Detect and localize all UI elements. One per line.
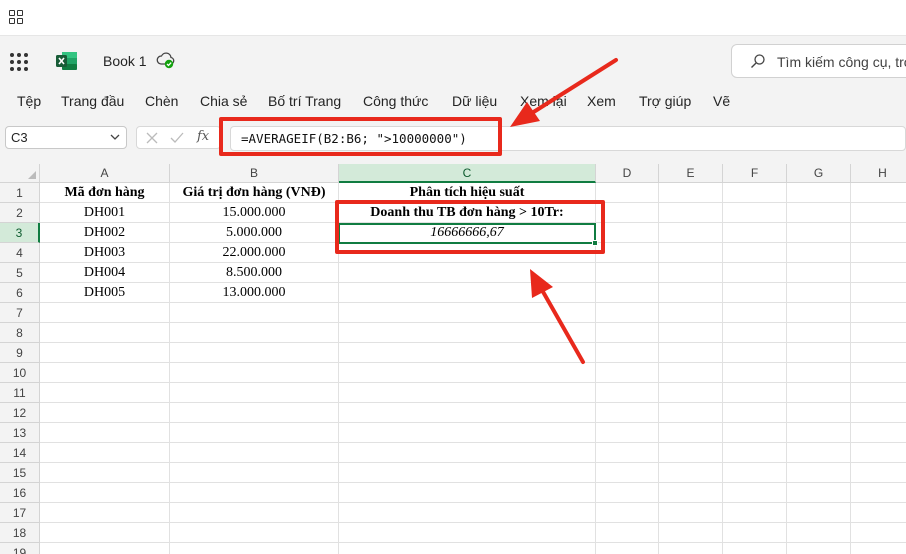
grid-top-strip [0,155,906,164]
column-header-f[interactable]: F [723,164,787,183]
column-header-b[interactable]: B [170,164,339,183]
cell-a2[interactable]: DH001 [40,203,169,223]
cell-b5[interactable]: 8.500.000 [170,263,338,283]
column-header-h[interactable]: H [851,164,906,183]
row-header[interactable]: 3 [0,223,40,243]
row-header[interactable]: 8 [0,323,40,343]
column-header-c[interactable]: C [339,164,596,183]
row-header[interactable]: 5 [0,263,40,283]
name-box-value: C3 [11,130,28,145]
row-header[interactable]: 1 [0,183,40,203]
ribbon-tab-bar: Tệp Trang đầu Chèn Chia sẻ Bố trí Trang … [0,86,906,118]
cell-b4[interactable]: 22.000.000 [170,243,338,263]
tab-insert[interactable]: Chèn [145,93,178,109]
row-header[interactable]: 15 [0,463,40,483]
column-headers: A B C D E F G H [0,164,906,183]
select-all-corner[interactable] [0,164,40,183]
search-icon [751,54,765,68]
cell-b6[interactable]: 13.000.000 [170,283,338,303]
result-highlight-box [335,200,605,254]
tab-page-layout[interactable]: Bố trí Trang [268,93,341,109]
row-header[interactable]: 12 [0,403,40,423]
tab-view[interactable]: Xem [587,93,616,109]
insert-function-icon[interactable]: fx [197,129,209,144]
tab-file[interactable]: Tệp [17,93,41,109]
tab-data[interactable]: Dữ liệu [452,93,497,109]
name-box[interactable]: C3 [5,126,127,149]
excel-window: Book 1 Tìm kiếm công cụ, trợ Tệp Trang đ… [0,0,906,554]
tab-overview-icon[interactable] [9,10,23,24]
column-header-a[interactable]: A [40,164,170,183]
tab-help[interactable]: Trợ giúp [639,93,691,109]
cell-b1[interactable]: Giá trị đơn hàng (VNĐ) [170,183,338,203]
cell-a5[interactable]: DH004 [40,263,169,283]
row-header[interactable]: 6 [0,283,40,303]
row-header[interactable]: 14 [0,443,40,463]
row-header[interactable]: 9 [0,343,40,363]
row-header[interactable]: 13 [0,423,40,443]
column-header-e[interactable]: E [659,164,723,183]
formula-actions: fx [136,126,221,149]
cell-b3[interactable]: 5.000.000 [170,223,338,243]
search-placeholder: Tìm kiếm công cụ, trợ [777,54,906,70]
row-header[interactable]: 10 [0,363,40,383]
formula-highlight-box [219,117,502,156]
row-header[interactable]: 19 [0,543,40,554]
cell-a6[interactable]: DH005 [40,283,169,303]
search-input[interactable]: Tìm kiếm công cụ, trợ [731,44,906,78]
cell-a1[interactable]: Mã đơn hàng [40,183,169,203]
row-header[interactable]: 7 [0,303,40,323]
browser-toolbar [0,0,906,36]
row-header[interactable]: 17 [0,503,40,523]
column-header-d[interactable]: D [596,164,659,183]
app-launcher-icon[interactable] [10,53,28,71]
app-header: Book 1 Tìm kiếm công cụ, trợ [0,36,906,86]
row-header[interactable]: 11 [0,383,40,403]
column-header-g[interactable]: G [787,164,851,183]
cell-a3[interactable]: DH002 [40,223,169,243]
workbook-title[interactable]: Book 1 [103,53,147,69]
row-header[interactable]: 2 [0,203,40,223]
tab-draw[interactable]: Vẽ [713,93,730,109]
tab-formulas[interactable]: Công thức [363,93,428,109]
cell-b2[interactable]: 15.000.000 [170,203,338,223]
tab-share[interactable]: Chia sẻ [200,93,247,109]
tab-review[interactable]: Xem lại [520,93,567,109]
row-header[interactable]: 16 [0,483,40,503]
row-header[interactable]: 18 [0,523,40,543]
cell-a4[interactable]: DH003 [40,243,169,263]
excel-logo-icon [56,52,77,70]
chevron-down-icon[interactable] [110,132,120,142]
cloud-saved-icon[interactable] [156,50,176,70]
confirm-formula-icon[interactable] [170,132,184,144]
tab-home[interactable]: Trang đầu [61,93,124,109]
row-header[interactable]: 4 [0,243,40,263]
cancel-formula-icon[interactable] [146,132,158,144]
